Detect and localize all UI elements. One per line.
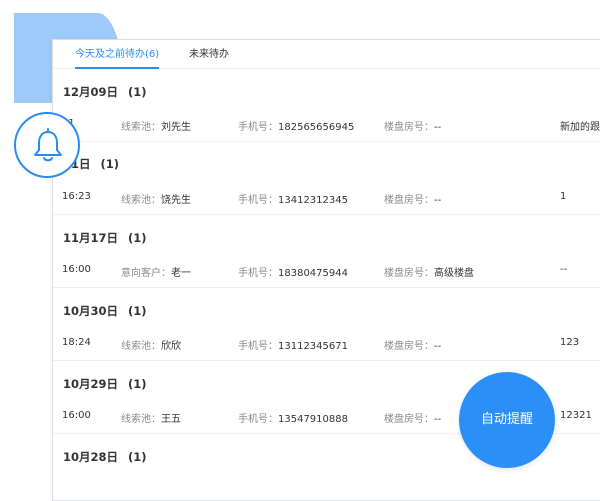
lead-label: 意向客户： bbox=[121, 268, 171, 279]
todo-note: 12321 bbox=[560, 410, 592, 421]
tab-bar: 今天及之前待办(6) 未来待办 bbox=[53, 40, 600, 69]
phone-value: 13412312345 bbox=[278, 195, 348, 206]
room-label: 楼盘房号： bbox=[384, 268, 434, 279]
auto-remind-button[interactable]: 自动提醒 bbox=[459, 372, 555, 468]
lead-source: 线索池：饶先生 bbox=[121, 191, 191, 206]
date-count: (1) bbox=[100, 157, 120, 171]
lead-source: 线索池：刘先生 bbox=[121, 118, 191, 133]
reminder-bell-button[interactable] bbox=[14, 112, 80, 178]
phone-field: 手机号：13547910888 bbox=[238, 410, 348, 425]
date-header: 10月28日 (1) bbox=[63, 449, 147, 465]
room-label: 楼盘房号： bbox=[384, 341, 434, 352]
phone-field: 手机号：18380475944 bbox=[238, 264, 348, 279]
todo-note: 123 bbox=[560, 337, 580, 348]
lead-source: 意向客户：老一 bbox=[121, 264, 191, 279]
todo-time: 18:24 bbox=[62, 337, 91, 348]
date-count: (1) bbox=[128, 377, 147, 391]
room-field: 楼盘房号：-- bbox=[384, 191, 441, 206]
phone-label: 手机号： bbox=[238, 268, 278, 279]
phone-value: 13112345671 bbox=[278, 341, 348, 352]
phone-label: 手机号： bbox=[238, 414, 278, 425]
room-value: -- bbox=[434, 414, 442, 425]
customer-name: 欣欣 bbox=[161, 341, 181, 352]
todo-note: 1 bbox=[560, 191, 567, 202]
room-value: 高级楼盘 bbox=[434, 268, 474, 279]
customer-name: 刘先生 bbox=[161, 122, 191, 133]
bell-icon bbox=[34, 128, 62, 162]
date-count: (1) bbox=[128, 450, 147, 464]
divider bbox=[53, 360, 600, 361]
date-count: (1) bbox=[128, 304, 147, 318]
tab-future[interactable]: 未来待办 bbox=[189, 45, 229, 60]
room-label: 楼盘房号： bbox=[384, 195, 434, 206]
room-field: 楼盘房号：-- bbox=[384, 337, 441, 352]
room-label: 楼盘房号： bbox=[384, 122, 434, 133]
date-label: 10月30日 bbox=[63, 304, 119, 318]
lead-source: 线索池：欣欣 bbox=[121, 337, 181, 352]
customer-name: 老一 bbox=[171, 268, 191, 279]
date-label: 10月29日 bbox=[63, 377, 119, 391]
date-label: 10月28日 bbox=[63, 450, 119, 464]
date-count: (1) bbox=[128, 231, 147, 245]
tab-today-and-before[interactable]: 今天及之前待办(6) bbox=[75, 45, 160, 69]
divider bbox=[53, 141, 600, 142]
divider bbox=[53, 287, 600, 288]
room-value: -- bbox=[434, 341, 442, 352]
date-label: 12月09日 bbox=[63, 85, 119, 99]
phone-field: 手机号：182565656945 bbox=[238, 118, 354, 133]
room-field: 楼盘房号：高级楼盘 bbox=[384, 264, 474, 279]
lead-label: 线索池： bbox=[121, 341, 161, 352]
lead-source: 线索池：王五 bbox=[121, 410, 181, 425]
todo-row[interactable]: 16:23 线索池：饶先生 手机号：13412312345 楼盘房号：-- 1 bbox=[53, 191, 600, 221]
todo-note: -- bbox=[560, 264, 568, 275]
room-value: -- bbox=[434, 122, 442, 133]
todo-time: 16:00 bbox=[62, 410, 91, 421]
todo-time: 16:00 bbox=[62, 264, 91, 275]
todo-row[interactable]: 11 线索池：刘先生 手机号：182565656945 楼盘房号：-- 新加的跟 bbox=[53, 118, 600, 148]
phone-label: 手机号： bbox=[238, 122, 278, 133]
phone-field: 手机号：13412312345 bbox=[238, 191, 348, 206]
phone-label: 手机号： bbox=[238, 341, 278, 352]
date-header: 11月17日 (1) bbox=[63, 230, 147, 246]
room-field: 楼盘房号：-- bbox=[384, 410, 441, 425]
date-label: 11月17日 bbox=[63, 231, 119, 245]
lead-label: 线索池： bbox=[121, 414, 161, 425]
customer-name: 饶先生 bbox=[161, 195, 191, 206]
lead-label: 线索池： bbox=[121, 195, 161, 206]
todo-row[interactable]: 18:24 线索池：欣欣 手机号：13112345671 楼盘房号：-- 123 bbox=[53, 337, 600, 367]
phone-value: 18380475944 bbox=[278, 268, 348, 279]
room-label: 楼盘房号： bbox=[384, 414, 434, 425]
date-count: (1) bbox=[128, 85, 147, 99]
divider bbox=[53, 214, 600, 215]
room-field: 楼盘房号：-- bbox=[384, 118, 441, 133]
date-header: 10月29日 (1) bbox=[63, 376, 147, 392]
date-header: 10月30日 (1) bbox=[63, 303, 147, 319]
lead-label: 线索池： bbox=[121, 122, 161, 133]
todo-time: 16:23 bbox=[62, 191, 91, 202]
phone-value: 182565656945 bbox=[278, 122, 355, 133]
room-value: -- bbox=[434, 195, 442, 206]
phone-value: 13547910888 bbox=[278, 414, 348, 425]
todo-row[interactable]: 16:00 意向客户：老一 手机号：18380475944 楼盘房号：高级楼盘 … bbox=[53, 264, 600, 294]
date-header: 12月09日 (1) bbox=[63, 84, 147, 100]
todo-note: 新加的跟 bbox=[560, 122, 600, 133]
customer-name: 王五 bbox=[161, 414, 181, 425]
phone-field: 手机号：13112345671 bbox=[238, 337, 348, 352]
phone-label: 手机号： bbox=[238, 195, 278, 206]
